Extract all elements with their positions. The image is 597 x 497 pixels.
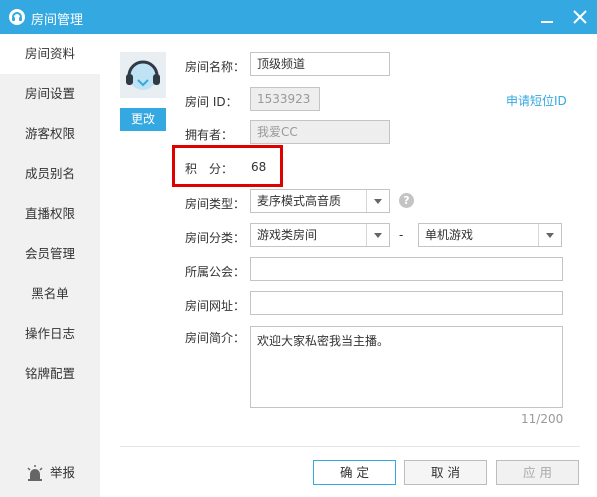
guild-label: 所属公会： xyxy=(185,265,246,279)
sidebar: 房间资料 房间设置 游客权限 成员别名 直播权限 会员管理 黑名单 操作日志 铭… xyxy=(0,34,100,497)
cancel-button[interactable]: 取 消 xyxy=(404,460,487,485)
room-url-label: 房间网址： xyxy=(185,299,246,313)
sidebar-item-room-settings[interactable]: 房间设置 xyxy=(0,74,100,114)
footer-divider xyxy=(120,446,580,447)
room-name-input[interactable]: 顶级频道 xyxy=(250,52,390,76)
apply-short-id-link[interactable]: 申请短位ID xyxy=(506,92,567,109)
room-category-label: 房间分类： xyxy=(185,231,246,245)
room-type-value: 麦序模式高音质 xyxy=(257,194,342,208)
room-type-select[interactable]: 麦序模式高音质 xyxy=(250,189,390,213)
sidebar-item-nameplate-config[interactable]: 铭牌配置 xyxy=(0,354,100,394)
sidebar-item-member-management[interactable]: 会员管理 xyxy=(0,234,100,274)
change-avatar-button[interactable]: 更改 xyxy=(120,108,166,131)
room-id-label: 房间 ID： xyxy=(185,95,238,109)
sidebar-item-operation-log[interactable]: 操作日志 xyxy=(0,314,100,354)
owner-label: 拥有者： xyxy=(185,128,234,142)
sidebar-item-live-permissions[interactable]: 直播权限 xyxy=(0,194,100,234)
close-button[interactable] xyxy=(570,7,590,27)
chevron-down-icon xyxy=(366,224,389,246)
cc-logo-icon xyxy=(9,9,25,25)
room-intro-label: 房间简介： xyxy=(185,331,246,345)
category-separator: - xyxy=(399,228,404,242)
alarm-icon xyxy=(27,465,43,481)
room-subcategory-select[interactable]: 单机游戏 xyxy=(418,223,562,247)
sidebar-item-guest-permissions[interactable]: 游客权限 xyxy=(0,114,100,154)
help-icon[interactable]: ? xyxy=(399,193,414,208)
sidebar-item-blacklist[interactable]: 黑名单 xyxy=(0,274,100,314)
points-highlight-box xyxy=(172,145,283,187)
intro-char-counter: 11/200 xyxy=(521,412,564,426)
guild-input[interactable] xyxy=(250,257,563,281)
room-intro-textarea[interactable]: 欢迎大家私密我当主播。 xyxy=(250,326,563,408)
headphones-avatar-icon xyxy=(120,52,166,98)
room-category-select[interactable]: 游戏类房间 xyxy=(250,223,390,247)
sidebar-item-member-alias[interactable]: 成员别名 xyxy=(0,154,100,194)
apply-button[interactable]: 应 用 xyxy=(496,460,579,485)
close-icon xyxy=(573,10,587,24)
owner-field: 我爱CC xyxy=(250,120,390,144)
chevron-down-icon xyxy=(366,190,389,212)
room-category-value: 游戏类房间 xyxy=(257,228,318,242)
report-button[interactable]: 举报 xyxy=(26,461,75,485)
room-url-input[interactable] xyxy=(250,291,563,315)
chevron-down-icon xyxy=(538,224,561,246)
avatar xyxy=(120,52,166,98)
room-subcategory-value: 单机游戏 xyxy=(425,228,474,242)
report-label: 举报 xyxy=(50,465,76,480)
minimize-icon xyxy=(541,21,553,23)
ok-button[interactable]: 确 定 xyxy=(313,460,396,485)
sidebar-item-room-info[interactable]: 房间资料 xyxy=(0,34,100,74)
window-title: 房间管理 xyxy=(31,13,84,28)
room-name-label: 房间名称： xyxy=(185,60,246,74)
room-type-label: 房间类型： xyxy=(185,197,246,211)
title-bar: 房间管理 xyxy=(0,0,597,34)
minimize-button[interactable] xyxy=(537,7,557,27)
room-id-field: 1533923 xyxy=(250,87,320,111)
